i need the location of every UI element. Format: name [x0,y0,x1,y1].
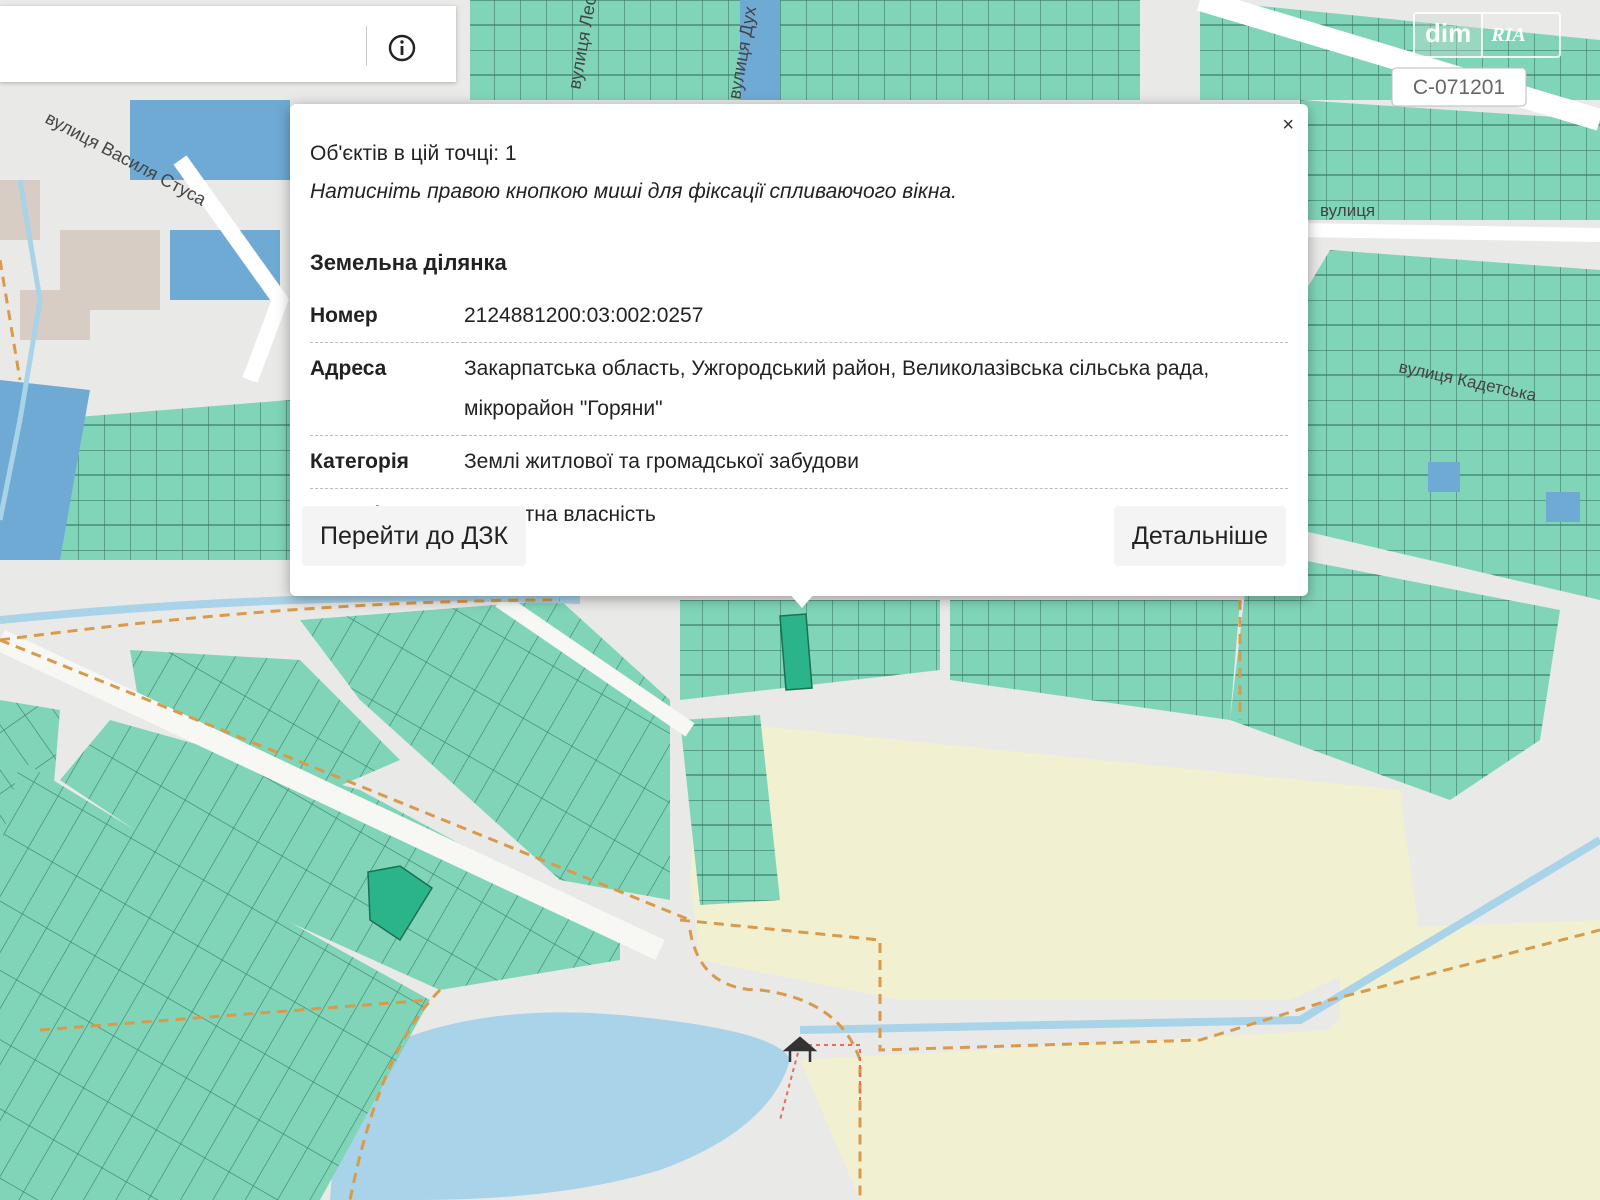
info-circle-icon[interactable] [384,30,420,66]
parcel-block[interactable] [780,0,1140,100]
go-to-dzk-button[interactable]: Перейти до ДЗК [302,506,527,566]
attribute-value: Землі житлової та громадської забудови [464,435,1288,489]
watermark-dim: dim [1415,14,1482,56]
search-divider [366,26,367,66]
attribute-row: Адреса Закарпатська область, Ужгородськи… [310,342,1288,436]
watermark-ria: RIA [1481,14,1533,56]
objects-count: Об'єктів в цій точці: 1 [310,142,517,165]
parcel-info-popup: × Об'єктів в цій точці: 1 Натисніть прав… [290,104,1308,596]
watermark-logo: dim RIA [1413,12,1561,58]
road-code-badge: C-071201 [1391,67,1527,107]
popup-hint: Натисніть правою кнопкою миші для фіксац… [310,180,957,203]
street-label: вулиця [1320,201,1375,220]
search-input[interactable] [10,24,354,66]
details-button[interactable]: Детальніше [1113,506,1286,566]
attribute-value: Закарпатська область, Ужгородський район… [464,342,1288,436]
attribute-key: Номер [310,290,464,343]
selected-parcel[interactable] [779,613,813,691]
road [1299,223,1600,242]
attribute-key: Категорія [310,435,464,489]
svg-text:C-071201: C-071201 [1413,76,1505,99]
close-icon[interactable]: × [1282,114,1294,137]
state-parcel[interactable] [1428,462,1460,492]
section-title: Земельна ділянка [310,250,507,275]
attribute-key: Адреса [310,342,464,436]
state-parcel[interactable] [1546,492,1580,522]
popup-pointer [788,592,816,608]
attribute-row: Номер 2124881200:03:002:0257 [310,290,1288,343]
attributes-table: Номер 2124881200:03:002:0257 Адреса Зака… [310,290,1288,541]
building [20,290,90,340]
search-bar [0,6,456,82]
parcel-block[interactable] [470,0,740,100]
attribute-row: Категорія Землі житлової та громадської … [310,435,1288,489]
attribute-value: 2124881200:03:002:0257 [464,290,1288,343]
